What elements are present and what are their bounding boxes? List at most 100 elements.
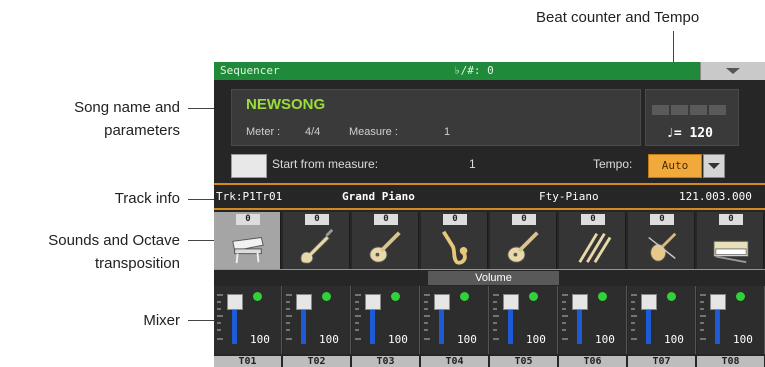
mixer-mode-label[interactable]: Volume <box>428 271 559 285</box>
play-status-led[interactable] <box>253 292 262 301</box>
mixer-channel-t08: 100 <box>697 286 765 354</box>
tempo-mode-dropdown-button[interactable] <box>703 154 725 178</box>
sound-name: Grand Piano <box>342 190 415 203</box>
callout-sounds-1: Sounds and Octave <box>48 232 180 249</box>
octave-transpose[interactable]: 0 <box>374 214 398 225</box>
chevron-down-icon <box>726 68 740 74</box>
fader-handle[interactable] <box>572 294 588 310</box>
sound-slot-t01[interactable]: 0 <box>214 212 281 270</box>
sequencer-screen: Sequencer ♭/#: 0 NEWSONG Meter : 4/4 Mea… <box>214 62 765 367</box>
page-title: Sequencer <box>220 64 280 77</box>
song-panel[interactable]: NEWSONG Meter : 4/4 Measure : 1 <box>231 89 641 146</box>
fader-handle[interactable] <box>227 294 243 310</box>
fader-handle[interactable] <box>503 294 519 310</box>
volume-value: 100 <box>595 333 615 346</box>
song-name: NEWSONG <box>246 96 326 113</box>
fader-scale <box>493 294 499 340</box>
play-status-led[interactable] <box>529 292 538 301</box>
track-id: Trk:P1Tr01 <box>216 190 283 203</box>
violin-icon <box>643 228 681 266</box>
fader-scale <box>217 294 223 340</box>
octave-transpose[interactable]: 0 <box>719 214 743 225</box>
track-label[interactable]: T04 <box>421 356 488 367</box>
track-label[interactable]: T01 <box>214 356 281 367</box>
mixer-channel-t07: 100 <box>628 286 696 354</box>
fader-handle[interactable] <box>434 294 450 310</box>
start-from-measure-value[interactable]: 1 <box>469 157 476 171</box>
play-status-led[interactable] <box>667 292 676 301</box>
tempo-mode-label: Tempo: <box>593 157 633 171</box>
track-label[interactable]: T03 <box>352 356 419 367</box>
mixer-channel-t02: 100 <box>283 286 351 354</box>
track-label[interactable]: T06 <box>559 356 626 367</box>
octave-transpose[interactable]: 0 <box>443 214 467 225</box>
chevron-down-icon <box>708 163 720 169</box>
mixer-channel-t04: 100 <box>421 286 489 354</box>
title-bar: Sequencer ♭/#: 0 <box>214 62 765 80</box>
tempo-panel: ♩= 120 <box>645 89 739 146</box>
mixer-channel-t05: 100 <box>490 286 558 354</box>
fader-handle[interactable] <box>365 294 381 310</box>
fader-scale <box>631 294 637 340</box>
callout-sounds-2: transposition <box>94 255 180 272</box>
volume-value: 100 <box>526 333 546 346</box>
keyboard-icon <box>712 228 750 266</box>
beat-indicator <box>671 105 688 115</box>
measure-label: Measure : <box>349 126 398 138</box>
meter-value: 4/4 <box>305 126 321 138</box>
track-label[interactable]: T08 <box>697 356 764 367</box>
acoustic-guitar-icon <box>505 228 543 266</box>
octave-transpose[interactable]: 0 <box>650 214 674 225</box>
start-from-measure-checkbox[interactable] <box>231 154 267 178</box>
tempo-mode-select[interactable]: Auto <box>648 154 702 178</box>
divider <box>214 269 765 270</box>
mixer-channel-t06: 100 <box>559 286 627 354</box>
sound-slot-t04[interactable]: 0 <box>421 212 488 270</box>
saxophone-icon <box>436 228 474 266</box>
sound-slot-t05[interactable]: 0 <box>490 212 557 270</box>
fader-scale <box>424 294 430 340</box>
volume-value: 100 <box>250 333 270 346</box>
sound-slot-t02[interactable]: 0 <box>283 212 350 270</box>
octave-transpose[interactable]: 0 <box>581 214 605 225</box>
sound-slot-t03[interactable]: 0 <box>352 212 419 270</box>
fader-scale <box>355 294 361 340</box>
sound-slot-t07[interactable]: 0 <box>628 212 695 270</box>
acoustic-guitar-icon <box>367 228 405 266</box>
piano-icon <box>229 228 267 266</box>
play-status-led[interactable] <box>598 292 607 301</box>
beat-indicator <box>652 105 669 115</box>
volume-value: 100 <box>733 333 753 346</box>
divider <box>214 183 765 185</box>
volume-value: 100 <box>319 333 339 346</box>
track-label[interactable]: T02 <box>283 356 350 367</box>
callout-mixer: Mixer <box>143 312 180 329</box>
page-menu-button[interactable] <box>700 62 765 80</box>
play-status-led[interactable] <box>322 292 331 301</box>
transpose-display: ♭/#: 0 <box>454 64 494 77</box>
volume-value: 100 <box>388 333 408 346</box>
volume-value: 100 <box>664 333 684 346</box>
track-label[interactable]: T07 <box>628 356 695 367</box>
callout-song-1: Song name and <box>74 99 180 116</box>
fader-handle[interactable] <box>710 294 726 310</box>
track-label[interactable]: T05 <box>490 356 557 367</box>
play-status-led[interactable] <box>391 292 400 301</box>
meter-label: Meter : <box>246 126 281 138</box>
octave-transpose[interactable]: 0 <box>512 214 536 225</box>
tempo-value: ♩= 120 <box>666 126 713 141</box>
fader-handle[interactable] <box>296 294 312 310</box>
leader-line <box>188 199 214 200</box>
callout-beat-tempo: Beat counter and Tempo <box>536 9 700 26</box>
sound-slot-t06[interactable]: 0 <box>559 212 626 270</box>
start-from-measure-label: Start from measure: <box>272 157 379 171</box>
fader-handle[interactable] <box>641 294 657 310</box>
play-status-led[interactable] <box>736 292 745 301</box>
play-status-led[interactable] <box>460 292 469 301</box>
sound-bank: 121.003.000 <box>679 190 752 203</box>
octave-transpose[interactable]: 0 <box>305 214 329 225</box>
octave-transpose[interactable]: 0 <box>236 214 260 225</box>
measure-value: 1 <box>444 126 451 138</box>
fader-scale <box>562 294 568 340</box>
sound-slot-t08[interactable]: 0 <box>697 212 764 270</box>
